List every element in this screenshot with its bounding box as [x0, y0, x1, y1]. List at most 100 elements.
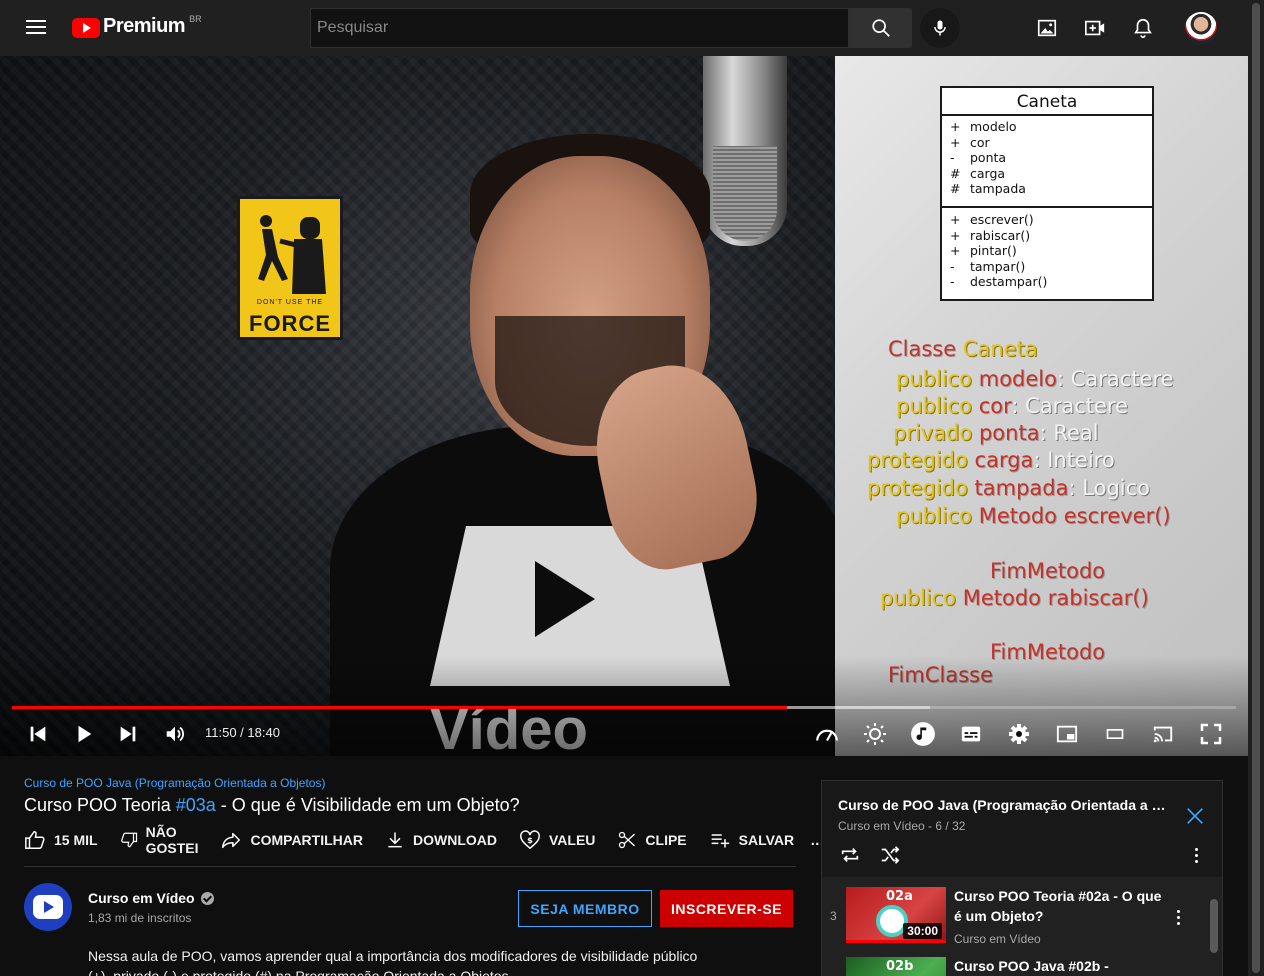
playlist-link[interactable]: Curso de POO Java (Programação Orientada… [24, 776, 325, 790]
playlist-position: 6 / 32 [935, 819, 966, 833]
search-input[interactable] [310, 8, 849, 48]
like-icon [25, 831, 45, 849]
code-line-3: privado ponta: Real [893, 421, 1099, 445]
playlist-channel[interactable]: Curso em Vídeo [838, 819, 925, 833]
verified-icon [200, 891, 214, 905]
video-title-suffix: - O que é Visibilidade em um Objeto? [215, 795, 520, 815]
subscribe-button[interactable]: INSCREVER-SE [660, 890, 793, 927]
dislike-icon [120, 832, 137, 848]
save-button[interactable]: SALVAR [709, 830, 794, 850]
shuffle-icon[interactable] [878, 843, 902, 867]
video-title-prefix: Curso POO Teoria [24, 795, 176, 815]
svg-text:$: $ [527, 835, 533, 845]
playlist-header: Curso de POO Java (Programação Orientada… [822, 781, 1222, 877]
code-line-5: protegido tampada: Logico [867, 476, 1151, 500]
thanks-label: VALEU [549, 832, 596, 848]
clip-button[interactable]: CLIPE [617, 830, 687, 850]
youtube-play-icon [72, 18, 100, 38]
user-avatar[interactable] [1185, 12, 1217, 44]
uml-attribute: + cor [950, 134, 990, 150]
share-label: COMPARTILHAR [250, 832, 363, 848]
voice-search-button[interactable] [920, 8, 960, 48]
divider [24, 866, 796, 867]
create-video-icon[interactable] [1083, 16, 1107, 40]
playlist-panel: Curso de POO Java (Programação Orientada… [821, 780, 1223, 976]
thumbnail-label: 02a [886, 889, 913, 904]
share-button[interactable]: COMPARTILHAR [220, 829, 363, 851]
playlist-meta: Curso em Vídeo - 6 / 32 [838, 819, 966, 833]
code-line-1: publico modelo: Caractere [896, 367, 1174, 391]
more-options-icon[interactable] [1170, 905, 1186, 929]
download-button[interactable]: DOWNLOAD [385, 830, 497, 850]
bell-icon[interactable] [1131, 16, 1155, 40]
force-sign: DON'T USE THE FORCE [237, 196, 343, 340]
code-line-fim-metodo-2: FimMetodo [990, 640, 1106, 664]
playlist-menu-icon[interactable] [1188, 843, 1204, 867]
download-icon [388, 832, 402, 848]
playlist-item-index: 3 [830, 909, 837, 923]
uml-methods: + escrever() + rabiscar() + pintar() - tampa… [942, 208, 1152, 290]
uml-method: + escrever() [950, 212, 1034, 227]
subscriber-count: 1,83 mi de inscritos [88, 911, 192, 925]
uml-method: - tampar() [950, 258, 1026, 274]
thumbnail-label: 02b [886, 959, 914, 974]
uml-attribute: + modelo [950, 119, 1017, 134]
sign-small-text: DON'T USE THE [256, 299, 324, 306]
menu-icon[interactable] [24, 16, 48, 40]
video-description[interactable]: Nessa aula de POO, vamos aprender qual a… [88, 946, 708, 976]
playlist-item-thumbnail[interactable]: 02b [846, 957, 946, 976]
code-line-4: protegido carga: Inteiro [867, 448, 1115, 472]
uml-attribute: # carga [950, 165, 1006, 181]
video-title-hashtag[interactable]: #03a [176, 795, 216, 815]
uml-class-title: Caneta [942, 88, 1152, 116]
save-label: SALVAR [738, 832, 795, 848]
dislike-button[interactable]: NÃO GOSTEI [120, 824, 199, 856]
channel-avatar[interactable] [24, 883, 72, 931]
code-line-fim-metodo-1: FimMetodo [990, 559, 1106, 583]
download-label: DOWNLOAD [413, 832, 497, 848]
share-icon [222, 832, 241, 849]
watched-bar [846, 940, 946, 943]
uml-attributes: + modelo + cor - ponta # carga # tampada [942, 116, 1152, 208]
playlist-add-icon [711, 834, 729, 848]
microphone-grill [713, 146, 777, 241]
join-button[interactable]: SEJA MEMBRO [518, 890, 652, 927]
uml-attribute: # tampada [950, 181, 1026, 197]
uml-method: + pintar() [950, 243, 1017, 259]
mic-icon [934, 20, 946, 36]
image-icon[interactable] [1035, 16, 1059, 40]
thanks-button[interactable]: $ VALEU [519, 829, 595, 851]
clip-label: CLIPE [645, 832, 687, 848]
playlist-scrollbar[interactable] [1210, 899, 1218, 953]
code-line-class: Classe Caneta [888, 337, 1038, 361]
logo-text: Premium [103, 15, 186, 37]
playlist-item-thumbnail[interactable]: 02a 30:00 [846, 887, 946, 943]
page-scrollbar[interactable] [1248, 0, 1264, 976]
playlist-item-title[interactable]: Curso POO Java #02b - [954, 956, 1164, 976]
playlist-item-channel: Curso em Vídeo [954, 932, 1041, 946]
search-button[interactable] [849, 8, 912, 48]
search-icon [871, 19, 890, 37]
super-thanks-icon: $ [520, 830, 540, 850]
page-scrollbar-thumb[interactable] [1252, 3, 1260, 973]
dislike-label: NÃO GOSTEI [145, 824, 199, 856]
video-title: Curso POO Teoria #03a - O que é Visibili… [24, 795, 520, 816]
code-line-fim-classe: FimClasse [888, 663, 994, 687]
loop-icon[interactable] [838, 843, 862, 867]
code-line-2: publico cor: Caractere [896, 394, 1128, 418]
duration-badge: 30:00 [903, 923, 942, 939]
top-bar: Premium BR [0, 0, 1248, 56]
uml-method: - destampar() [950, 274, 1048, 290]
playlist-title[interactable]: Curso de POO Java (Programação Orientada… [838, 797, 1168, 813]
code-line-6: publico Metodo escrever() [896, 504, 1171, 528]
channel-name[interactable]: Curso em Vídeo [88, 890, 214, 906]
uml-method: + rabiscar() [950, 227, 1031, 243]
force-sign-pictogram [258, 215, 326, 294]
close-icon[interactable] [1184, 805, 1208, 829]
like-button[interactable]: 15 MIL [24, 829, 98, 851]
youtube-logo[interactable]: Premium BR [72, 14, 202, 38]
like-count: 15 MIL [54, 832, 98, 848]
playlist-item-title[interactable]: Curso POO Teoria #02a - O que é um Objet… [954, 886, 1164, 926]
code-line-8: publico Metodo rabiscar() [880, 586, 1149, 610]
uml-attribute: - ponta [950, 150, 1007, 166]
